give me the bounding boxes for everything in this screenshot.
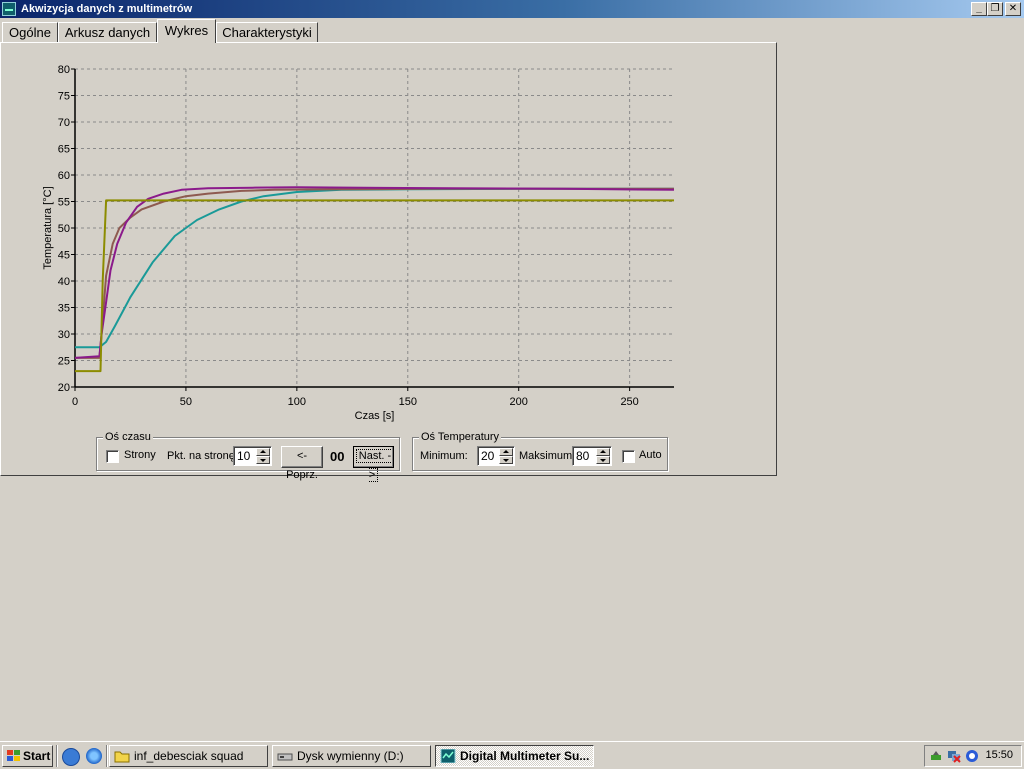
task-removable-disk-label: Dysk wymienny (D:) — [297, 749, 404, 763]
y-tick-label: 70 — [58, 117, 70, 129]
time-axis-group: Oś czasu Strony Pkt. na stronę 10 <-Popr… — [96, 431, 400, 482]
safely-remove-hardware-icon[interactable] — [929, 749, 943, 763]
taskbar-separator — [106, 745, 108, 767]
y-tick-label: 60 — [58, 170, 70, 182]
points-per-page-label: Pkt. na stronę — [167, 450, 235, 462]
task-digital-multimeter[interactable]: Digital Multimeter Su... — [435, 745, 594, 767]
series-line-2 — [75, 187, 674, 359]
title-bar[interactable]: Akwizycja danych z multimetrów _ ❐ ✕ — [0, 0, 1024, 18]
x-tick-label: 150 — [399, 396, 417, 408]
y-tick-label: 35 — [58, 303, 70, 315]
points-per-page-spinner[interactable]: 10 — [233, 446, 272, 466]
auto-checkbox[interactable] — [622, 450, 635, 463]
y-tick-label: 25 — [58, 356, 70, 368]
y-axis-label: Temperatura [°C] — [42, 186, 54, 269]
task-removable-disk[interactable]: Dysk wymienny (D:) — [272, 745, 431, 767]
taskbar: Start inf_debesciak squad Dysk wymienny … — [0, 741, 1024, 769]
spin-down-icon[interactable] — [596, 456, 610, 464]
app-icon — [2, 2, 16, 16]
x-tick-label: 100 — [288, 396, 306, 408]
task-folder-label: inf_debesciak squad — [134, 749, 244, 763]
maximum-label: Maksimum: — [519, 450, 576, 462]
maximum-value[interactable]: 80 — [576, 449, 594, 463]
network-disconnected-icon[interactable] — [947, 749, 961, 763]
pages-checkbox[interactable] — [106, 450, 119, 463]
folder-icon — [114, 751, 130, 763]
temperature-chart: 20 25 30 35 40 45 50 55 60 65 70 75 80 0 50 100 150 200 25… — [42, 64, 675, 422]
window-title: Akwizycja danych z multimetrów — [21, 3, 193, 15]
points-per-page-spin-buttons[interactable] — [256, 448, 270, 464]
messenger-icon[interactable] — [965, 749, 979, 763]
y-tick-label: 50 — [58, 223, 70, 235]
auto-checkbox-label: Auto — [639, 449, 662, 461]
y-tick-label: 20 — [58, 382, 70, 394]
x-tick-label: 200 — [510, 396, 528, 408]
page-counter: 00 — [330, 449, 345, 464]
y-tick-label: 80 — [58, 64, 70, 76]
multimeter-app-icon — [440, 749, 456, 763]
spin-up-icon[interactable] — [256, 448, 270, 456]
start-button[interactable]: Start — [2, 745, 53, 767]
x-axis-label: Czas [s] — [355, 410, 395, 422]
series-line-4 — [75, 199, 674, 373]
pages-checkbox-label: Strony — [124, 449, 156, 461]
tab-arkusz-danych[interactable]: Arkusz danych — [58, 22, 157, 42]
minimum-spin-buttons[interactable] — [499, 448, 513, 464]
minimum-value[interactable]: 20 — [481, 449, 499, 463]
start-label: Start — [23, 749, 51, 763]
quicklaunch-ie-icon[interactable] — [86, 748, 102, 764]
y-tick-label: 65 — [58, 144, 70, 156]
x-tick-label: 50 — [180, 396, 192, 408]
drive-icon — [277, 753, 293, 761]
tab-charakterystyki[interactable]: Charakterystyki — [216, 22, 318, 42]
system-tray: 15:50 — [924, 745, 1022, 767]
y-tick-label: 45 — [58, 250, 70, 262]
task-digital-multimeter-label: Digital Multimeter Su... — [460, 749, 590, 763]
chart-panel: 20 25 30 35 40 45 50 55 60 65 70 75 80 0 50 100 150 200 25… — [0, 42, 777, 482]
series-line-3 — [74, 186, 675, 359]
clock: 15:50 — [985, 749, 1013, 761]
points-per-page-value[interactable]: 10 — [237, 449, 255, 463]
quicklaunch-desktop-icon[interactable] — [62, 748, 80, 766]
spin-up-icon[interactable] — [499, 448, 513, 456]
y-tick-label: 40 — [58, 276, 70, 288]
time-axis-group-label: Oś czasu — [103, 431, 153, 443]
prev-page-button[interactable]: <-Poprz. — [281, 446, 323, 481]
taskbar-separator — [56, 745, 58, 767]
task-folder[interactable]: inf_debesciak squad — [109, 745, 268, 767]
minimize-button[interactable]: _ — [971, 2, 987, 16]
minimum-spinner[interactable]: 20 — [477, 446, 515, 466]
spin-up-icon[interactable] — [596, 448, 610, 456]
x-tick-label: 250 — [620, 396, 638, 408]
next-page-button-label: Nast. -> — [355, 449, 392, 482]
y-tick-label: 75 — [58, 91, 70, 103]
y-tick-label: 30 — [58, 329, 70, 341]
maximum-spinner[interactable]: 80 — [572, 446, 612, 466]
y-tick-label: 55 — [58, 197, 70, 209]
series-line-1 — [75, 187, 674, 349]
close-button[interactable]: ✕ — [1005, 2, 1021, 16]
restore-button[interactable]: ❐ — [987, 2, 1003, 16]
minimum-label: Minimum: — [420, 450, 468, 462]
spin-down-icon[interactable] — [256, 456, 270, 464]
temperature-axis-group: Oś Temperatury Minimum: 20 Maksimum: 80 … — [412, 431, 668, 471]
spin-down-icon[interactable] — [499, 456, 513, 464]
x-tick-label: 0 — [72, 396, 78, 408]
next-page-button[interactable]: Nast. -> — [353, 446, 394, 482]
tab-wykres[interactable]: Wykres — [157, 19, 216, 43]
maximum-spin-buttons[interactable] — [596, 448, 610, 464]
windows-logo-icon — [7, 750, 20, 761]
temperature-axis-group-label: Oś Temperatury — [419, 431, 502, 443]
tab-ogolne[interactable]: Ogólne — [2, 22, 58, 42]
